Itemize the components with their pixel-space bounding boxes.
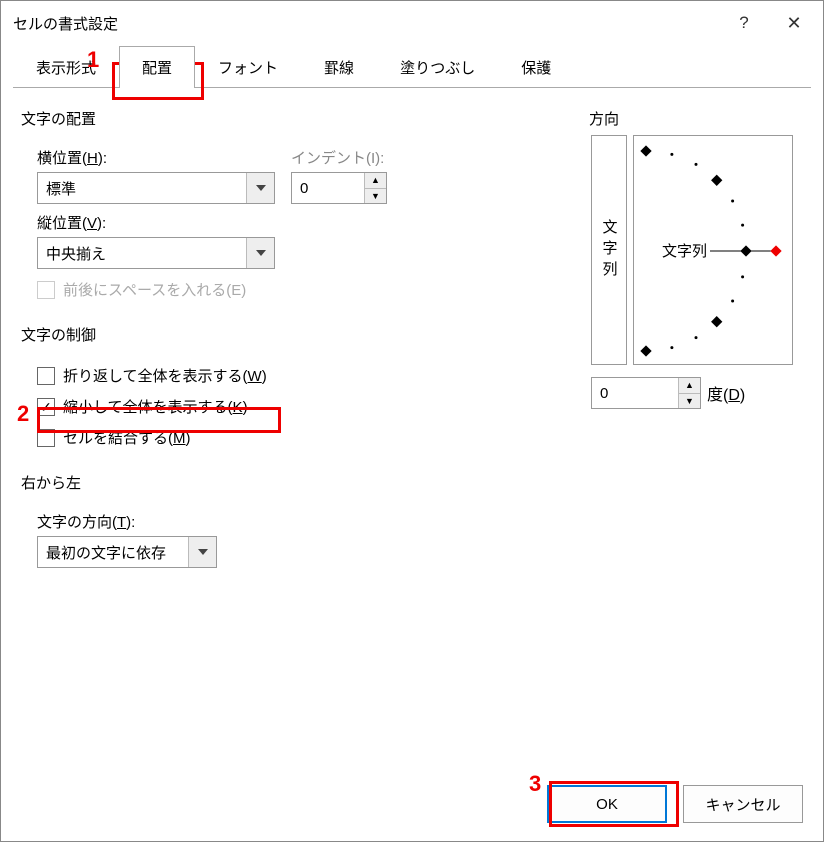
indent-label: インデント(I): [291,147,387,168]
check-icon: ✓ [40,400,52,414]
shrink-checkbox[interactable]: ✓縮小して全体を表示する(K) [37,396,571,417]
section-control-label: 文字の制御 [21,324,571,345]
degree-spinner[interactable]: 0 ▲▼ [591,377,701,409]
direction-select[interactable]: 最初の文字に依存 [37,536,217,568]
dialog-footer: OK キャンセル [547,785,803,823]
indent-spinner[interactable]: 0 ▲▼ [291,172,387,204]
dial-text: 文字列 [662,243,707,260]
titlebar: セルの書式設定 ? ✕ [1,1,823,45]
horizontal-label: 横位置(H): [37,147,275,168]
orientation-vertical-button[interactable]: 文字列 [591,135,627,365]
chevron-down-icon [246,173,274,203]
horizontal-select[interactable]: 標準 [37,172,275,204]
ok-button[interactable]: OK [547,785,667,823]
down-arrow-icon[interactable]: ▼ [679,394,700,409]
section-alignment-label: 文字の配置 [21,108,571,129]
section-orientation-label: 方向 [589,108,801,129]
tab-protection[interactable]: 保護 [498,46,574,88]
chevron-down-icon [246,238,274,268]
vertical-select[interactable]: 中央揃え [37,237,275,269]
space-checkbox: 前後にスペースを入れる(E) [37,279,571,300]
tab-border[interactable]: 罫線 [301,46,377,88]
horizontal-value: 標準 [46,178,76,199]
down-arrow-icon[interactable]: ▼ [365,189,386,204]
vertical-value: 中央揃え [46,243,106,264]
merge-checkbox[interactable]: セルを結合する(M) [37,427,571,448]
chevron-down-icon [188,537,216,567]
direction-label: 文字の方向(T): [37,511,571,532]
format-cells-dialog: セルの書式設定 ? ✕ 表示形式 配置 フォント 罫線 塗りつぶし 保護 文字の… [0,0,824,842]
up-arrow-icon[interactable]: ▲ [679,378,700,394]
close-button[interactable]: ✕ [769,1,819,45]
cancel-button[interactable]: キャンセル [683,785,803,823]
tab-number[interactable]: 表示形式 [13,46,119,88]
wrap-checkbox[interactable]: 折り返して全体を表示する(W) [37,365,571,386]
degree-value: 0 [592,385,678,402]
dialog-title: セルの書式設定 [13,13,719,34]
tab-bar: 表示形式 配置 フォント 罫線 塗りつぶし 保護 [1,45,823,87]
vertical-label: 縦位置(V): [37,212,571,233]
help-button[interactable]: ? [719,1,769,45]
up-arrow-icon[interactable]: ▲ [365,173,386,189]
orientation-dial[interactable]: 文字列 [633,135,793,365]
degree-label: 度(D) [707,381,745,405]
tab-fill[interactable]: 塗りつぶし [377,46,498,88]
section-rtl-label: 右から左 [21,472,571,493]
direction-value: 最初の文字に依存 [46,542,166,563]
tab-alignment[interactable]: 配置 [119,46,195,88]
tab-font[interactable]: フォント [195,46,301,88]
indent-value: 0 [292,180,364,197]
dialog-body: 文字の配置 横位置(H): 標準 インデント(I): [13,87,811,775]
